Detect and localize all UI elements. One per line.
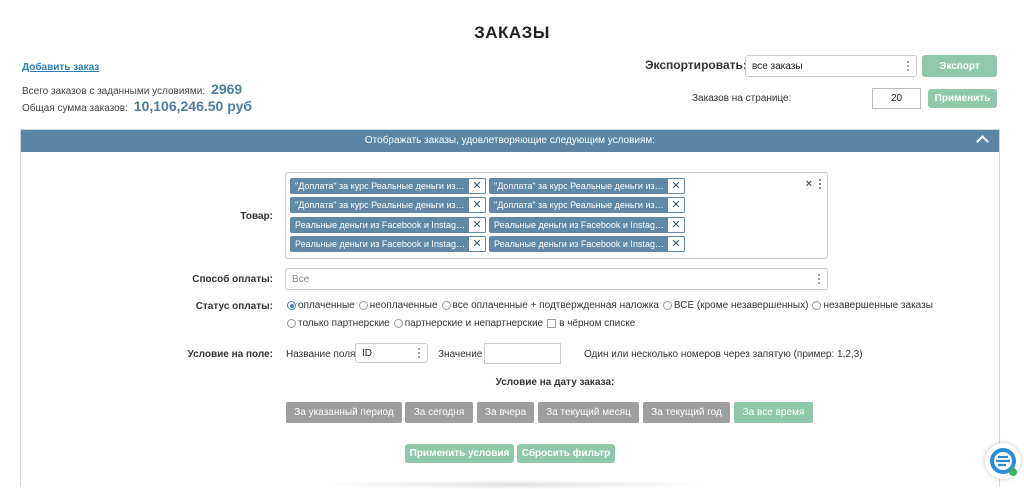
export-select[interactable]: все заказы <box>745 55 917 77</box>
orders-sum-value: 10,106,246.50 руб <box>133 98 253 114</box>
date-condition-label: Условие на дату заказа: <box>495 377 615 388</box>
export-button[interactable]: Экспорт <box>922 55 997 77</box>
blacklist-checkbox[interactable]: в чёрном списке <box>547 318 635 329</box>
close-icon[interactable]: ✕ <box>667 217 685 233</box>
radio-indicator <box>358 301 368 310</box>
close-icon[interactable]: ✕ <box>667 197 685 213</box>
radio-partner-only[interactable]: только партнерские <box>287 318 390 329</box>
add-order-link[interactable]: Добавить заказ <box>22 62 99 73</box>
radio-indicator <box>393 319 403 328</box>
radio-label: только партнерские <box>298 318 390 329</box>
value-label: Значение <box>438 349 483 360</box>
radio-indicator <box>287 319 296 328</box>
filter-panel-header[interactable]: Отображать заказы, удовлетворяющие следу… <box>21 130 999 152</box>
date-all-time-button[interactable]: За все время <box>734 402 813 423</box>
checkbox-label: в чёрном списке <box>559 318 636 329</box>
product-label: Товар: <box>240 211 273 222</box>
export-label: Экспортировать: <box>645 58 747 72</box>
field-name-label: Название поля <box>286 349 356 360</box>
radio-indicator <box>441 301 451 310</box>
product-tag: Реальные деньги из Facebook и Instagram … <box>489 236 685 252</box>
product-tag-label: "Доплата" за курс Реальные деньги из Fac… <box>494 200 666 210</box>
date-yesterday-button[interactable]: За вчера <box>477 402 534 423</box>
orders-page: ЗАКАЗЫ Добавить заказ Всего заказов с за… <box>0 0 1024 489</box>
radio-label: ВСЕ (кроме незавершенных) <box>673 300 809 311</box>
payment-status-label: Статус оплаты: <box>195 301 273 312</box>
payment-status-row1: оплаченные неоплаченные все оплаченные +… <box>287 300 937 311</box>
radio-partner-and-non[interactable]: партнерские и непартнерские <box>393 318 544 329</box>
radio-label: партнерские и непартнерские <box>404 318 544 329</box>
close-icon[interactable]: ✕ <box>667 236 685 252</box>
close-icon[interactable]: ✕ <box>468 236 486 252</box>
chevron-up-icon[interactable] <box>976 135 989 148</box>
date-period-button[interactable]: За указанный период <box>286 402 402 423</box>
radio-indicator <box>287 301 296 310</box>
filter-panel-title: Отображать заказы, удовлетворяющие следу… <box>364 135 656 146</box>
close-icon[interactable]: ✕ <box>667 178 685 194</box>
select-dots-icon <box>418 348 421 358</box>
product-tag-select[interactable]: "Доплата" за курс Реальные деньги из Fac… <box>285 172 828 259</box>
order-stats: Всего заказов с заданными условиями: 296… <box>22 82 252 116</box>
product-tag-label: "Доплата" за курс Реальные деньги из Fac… <box>295 181 467 191</box>
select-dots-icon <box>819 179 821 189</box>
product-tag: Реальные деньги из Facebook и Instagram … <box>290 217 486 233</box>
radio-label: незавершенные заказы <box>823 300 933 311</box>
select-dots-icon <box>818 274 821 284</box>
radio-indicator <box>662 301 672 310</box>
payment-method-select[interactable]: Все <box>285 268 828 290</box>
product-tag-label: Реальные деньги из Facebook и Instagram <box>295 220 467 230</box>
field-condition-label: Условие на поле: <box>187 349 273 360</box>
reset-filter-button[interactable]: Сбросить фильтр <box>517 444 615 463</box>
orders-sum-label: Общая сумма заказов: <box>22 103 128 114</box>
close-icon[interactable]: ✕ <box>468 217 486 233</box>
help-chat-glyph <box>990 448 1017 476</box>
field-name-select[interactable]: ID <box>355 343 428 363</box>
product-tag-label: "Доплата" за курс Реальные деньги из Fac… <box>295 200 467 210</box>
footer-shadow <box>320 480 710 489</box>
close-icon[interactable]: ✕ <box>468 178 486 194</box>
close-icon[interactable]: ✕ <box>468 197 486 213</box>
field-name-value: ID <box>362 347 372 359</box>
radio-indicator <box>812 301 822 310</box>
radio-paid[interactable]: оплаченные <box>287 300 355 311</box>
radio-unfinished[interactable]: незавершенные заказы <box>812 300 933 311</box>
radio-all-except-unfinished[interactable]: ВСЕ (кроме незавершенных) <box>662 300 809 311</box>
product-tag: "Доплата" за курс Реальные деньги из Fac… <box>290 197 486 213</box>
product-tag: "Доплата" за курс Реальные деньги из Fac… <box>489 178 685 194</box>
apply-conditions-button[interactable]: Применить условия <box>405 444 514 463</box>
product-tag-label: "Доплата" за курс Реальные деньги из Fac… <box>494 181 666 191</box>
product-tag: "Доплата" за курс Реальные деньги из Fac… <box>489 197 685 213</box>
radio-label: оплаченные <box>298 300 355 311</box>
product-tag: Реальные деньги из Facebook и Instagram … <box>290 236 486 252</box>
radio-label: неоплаченные <box>369 300 438 311</box>
payment-method-label: Способ оплаты: <box>192 274 273 285</box>
per-page-label: Заказов на странице: <box>692 93 792 104</box>
page-title: ЗАКАЗЫ <box>474 23 550 42</box>
help-chat-icon[interactable] <box>985 443 1021 479</box>
radio-all-paid-cod[interactable]: все оплаченные + подтвержденная наложка <box>441 300 659 311</box>
product-tag-label: Реальные деньги из Facebook и Instagram <box>494 220 666 230</box>
per-page-apply-button[interactable]: Применить <box>928 89 997 108</box>
product-tag-label: Реальные деньги из Facebook и Instagram <box>494 239 666 249</box>
value-input[interactable] <box>484 343 561 364</box>
per-page-input[interactable]: 20 <box>872 88 921 109</box>
product-tag: Реальные деньги из Facebook и Instagram … <box>489 217 685 233</box>
payment-method-value: Все <box>292 273 310 285</box>
select-dots-icon <box>907 61 910 71</box>
payment-status-row2: только партнерские партнерские и непартн… <box>287 318 639 329</box>
field-hint: Один или несколько номеров через запятую… <box>584 349 863 360</box>
checkbox-indicator <box>547 319 557 328</box>
total-orders-label: Всего заказов с заданными условиями: <box>22 86 206 97</box>
clear-tags-icon[interactable]: × <box>806 178 812 190</box>
date-year-button[interactable]: За текущий год <box>643 402 730 423</box>
product-tag-label: Реальные деньги из Facebook и Instagram <box>295 239 467 249</box>
radio-unpaid[interactable]: неоплаченные <box>358 300 438 311</box>
date-today-button[interactable]: За сегодня <box>405 402 473 423</box>
export-select-value: все заказы <box>752 60 803 72</box>
date-month-button[interactable]: За текущий месяц <box>538 402 639 423</box>
product-tag: "Доплата" за курс Реальные деньги из Fac… <box>290 178 486 194</box>
total-orders-value: 2969 <box>211 81 243 97</box>
radio-label: все оплаченные + подтвержденная наложка <box>452 300 659 311</box>
